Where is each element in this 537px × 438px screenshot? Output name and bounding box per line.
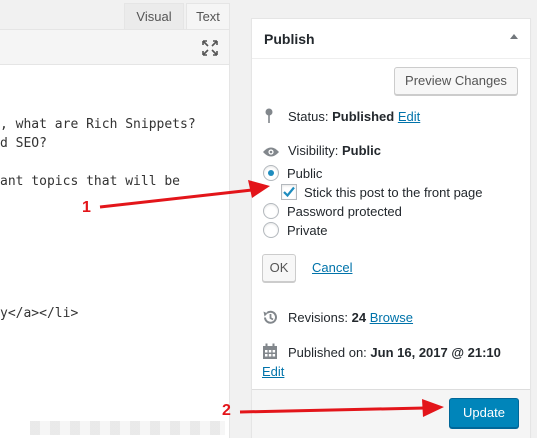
wp-post-edit-screen: Visual Text , what are Rich Snippets? d … — [0, 0, 537, 438]
annotation-arrows — [99, 180, 444, 417]
annotation-arrow-2 — [239, 399, 444, 417]
annotation-arrow-1 — [99, 180, 270, 209]
